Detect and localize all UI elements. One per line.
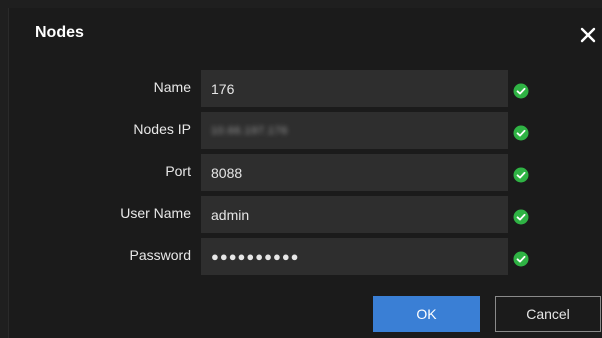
nodes-ip-field[interactable]: 10.66.197.176 [201,112,508,149]
check-circle-icon [513,167,529,183]
user-name-field[interactable]: admin [201,196,508,233]
form-row-user-name: User Name admin [9,196,602,233]
form-row-name: Name 176 [9,70,602,107]
name-label: Name [153,79,191,95]
form-row-port: Port 8088 [9,154,602,191]
password-value: ●●●●●●●●●● [211,249,300,264]
user-name-value: admin [211,206,250,223]
port-label: Port [165,163,191,179]
dialog-header: Nodes [9,8,602,58]
cancel-button[interactable]: Cancel [495,296,601,332]
nodes-ip-value: 10.66.197.176 [211,124,288,137]
check-circle-icon [513,209,529,225]
close-icon[interactable] [577,24,599,46]
form-row-password: Password ●●●●●●●●●● [9,238,602,275]
nodes-ip-label: Nodes IP [133,121,191,137]
password-field[interactable]: ●●●●●●●●●● [201,238,508,275]
password-label: Password [129,247,191,263]
form-row-nodes-ip: Nodes IP 10.66.197.176 [9,112,602,149]
check-circle-icon [513,83,529,99]
user-name-label: User Name [120,205,191,221]
nodes-dialog: Nodes Name 176 Nodes IP 10.66.197.176 Po… [8,8,602,338]
port-field[interactable]: 8088 [201,154,508,191]
name-value: 176 [211,80,235,97]
dialog-title: Nodes [35,24,84,41]
check-circle-icon [513,251,529,267]
name-field[interactable]: 176 [201,70,508,107]
check-circle-icon [513,125,529,141]
ok-button[interactable]: OK [373,296,480,332]
port-value: 8088 [211,164,243,181]
dialog-footer: OK Cancel [9,296,602,332]
